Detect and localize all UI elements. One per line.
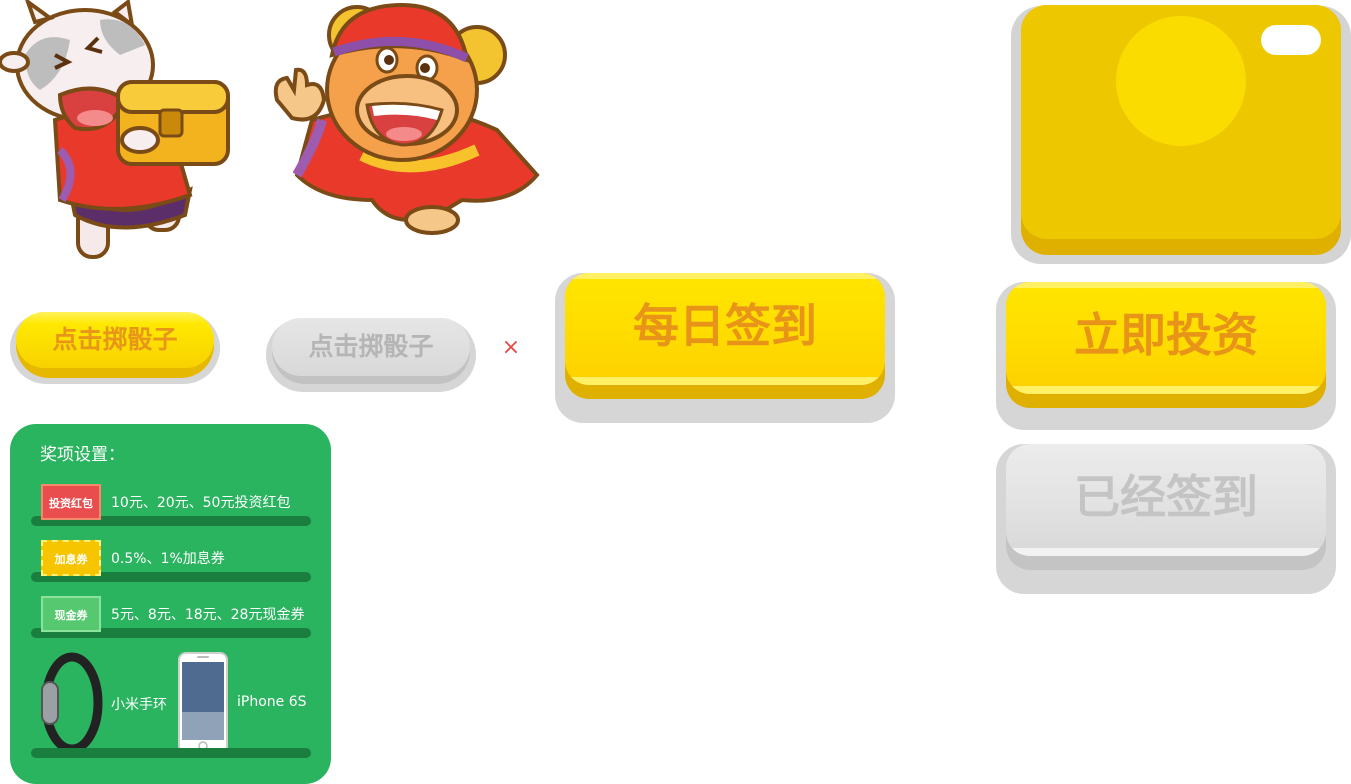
prize-row-text: 10元、20元、50元投资红包 [111,495,291,511]
already-signed-face: 已经签到 [1006,444,1326,556]
roll-dice-button-face: 点击掷骰子 [16,312,214,368]
already-signed-label: 已经签到 [1074,470,1258,524]
already-signed-base: 已经签到 [1006,444,1326,570]
gift-label-iphone: iPhone 6S [237,694,307,710]
interest-coupon-tag-icon: 加息券 [41,540,101,576]
prize-row-bar [31,748,311,758]
invest-now-face: 立即投资 [1006,282,1326,394]
yellow-camera-tile [1021,5,1341,255]
ox-god-of-wealth-icon [273,2,540,235]
daily-sign-in-face: 每日签到 [565,273,885,385]
roll-dice-button-label: 点击掷骰子 [52,325,178,354]
invest-now-button[interactable]: 立即投资 [996,282,1336,430]
red-packet-tag-icon: 投资红包 [41,484,101,520]
prize-row-text: 0.5%、1%加息券 [111,551,225,567]
cow-with-treasure-chest-icon [0,0,230,259]
invest-now-rim [1006,386,1326,394]
prize-row-text: 5元、8元、18元、28元现金券 [111,607,305,623]
daily-sign-in-button[interactable]: 每日签到 [555,273,895,423]
flash-pill-icon [1261,25,1321,55]
asset-sheet: 点击掷骰子 点击掷骰子 × 每日签到 立即投资 已经签到 奖项设置： 投资红包 … [0,0,1351,784]
prize-panel-title: 奖项设置： [40,445,125,465]
smartphone-icon [178,652,228,754]
daily-sign-in-base: 每日签到 [565,273,885,399]
roll-dice-disabled-base: 点击掷骰子 [272,318,470,384]
roll-dice-disabled-label: 点击掷骰子 [308,332,434,361]
already-signed-rim [1006,548,1326,556]
prize-settings-panel: 奖项设置： 投资红包 10元、20元、50元投资红包 加息券 0.5%、1%加息… [10,424,331,784]
yellow-tile-face [1021,5,1341,239]
cash-coupon-tag-icon: 现金券 [41,596,101,632]
roll-dice-button[interactable]: 点击掷骰子 [10,312,220,384]
roll-dice-disabled-face: 点击掷骰子 [272,318,470,376]
daily-sign-in-label: 每日签到 [633,299,817,353]
lens-circle-icon [1116,16,1246,146]
gift-label-mi-band: 小米手环 [111,697,167,713]
invest-now-base: 立即投资 [1006,282,1326,408]
close-icon[interactable]: × [500,336,522,360]
already-signed-button[interactable]: 已经签到 [996,444,1336,594]
roll-dice-button-base: 点击掷骰子 [16,312,214,378]
invest-now-label: 立即投资 [1074,308,1258,362]
daily-sign-in-rim [565,377,885,385]
roll-dice-button-disabled[interactable]: 点击掷骰子 [266,318,476,392]
fitness-band-icon [41,652,103,754]
